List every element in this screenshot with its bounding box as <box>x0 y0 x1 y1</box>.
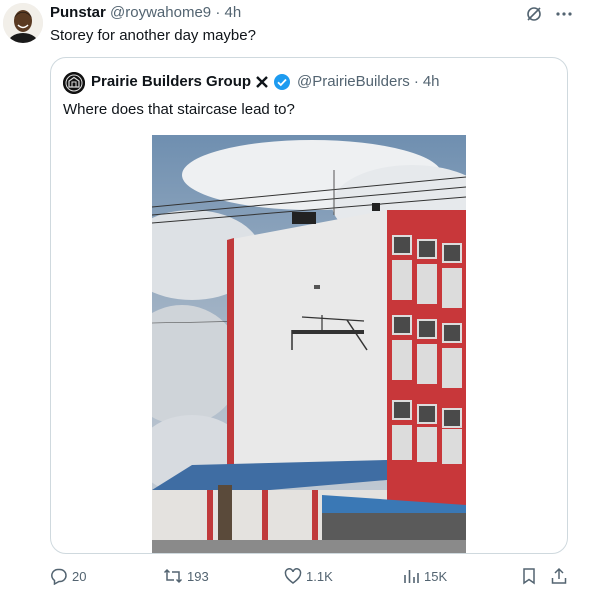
quoted-author-handle[interactable]: @PrairieBuilders <box>297 73 410 91</box>
quoted-header: Prairie Builders Group @PrairieBuilders … <box>91 73 440 91</box>
author-name[interactable]: Punstar <box>50 4 106 21</box>
share-button[interactable] <box>550 567 568 585</box>
like-icon <box>284 567 302 585</box>
like-count: 1.1K <box>306 568 333 584</box>
top-actions <box>524 4 574 24</box>
grok-icon[interactable] <box>524 4 544 24</box>
verified-badge-icon <box>273 73 291 91</box>
more-icon[interactable] <box>554 4 574 24</box>
x-affiliate-badge-icon <box>255 75 269 89</box>
author-handle[interactable]: @roywahome9 <box>110 4 211 21</box>
bookmark-icon <box>520 567 538 585</box>
quoted-media-image[interactable] <box>152 135 466 553</box>
like-button[interactable]: 1.1K <box>284 567 333 585</box>
tweet-header: Punstar @roywahome9 · 4h <box>50 4 241 22</box>
tweet-text: Storey for another day maybe? <box>50 27 256 44</box>
views-icon <box>402 567 420 585</box>
repost-icon <box>163 567 183 585</box>
author-avatar[interactable] <box>3 3 43 43</box>
views-button[interactable]: 15K <box>402 567 447 585</box>
share-icon <box>550 567 568 585</box>
reply-count: 20 <box>72 568 87 584</box>
separator-dot: · <box>215 4 221 21</box>
views-count: 15K <box>424 568 448 584</box>
quoted-text: Where does that staircase lead to? <box>63 101 295 118</box>
tweet-time[interactable]: 4h <box>224 4 241 21</box>
repost-button[interactable]: 193 <box>163 567 209 585</box>
bookmark-button[interactable] <box>520 567 538 585</box>
repost-count: 193 <box>187 568 209 584</box>
tweet[interactable]: Punstar @roywahome9 · 4h Storey for anot… <box>0 0 592 599</box>
quoted-author-name[interactable]: Prairie Builders Group <box>91 73 251 91</box>
separator-dot: · <box>413 73 419 90</box>
quoted-time[interactable]: 4h <box>423 73 440 91</box>
action-bar: 20 193 1.1K 15K <box>50 567 580 587</box>
reply-button[interactable]: 20 <box>50 567 86 585</box>
quoted-author-avatar[interactable] <box>63 72 85 94</box>
reply-icon <box>50 567 68 585</box>
quoted-tweet[interactable]: Prairie Builders Group @PrairieBuilders … <box>50 57 568 554</box>
